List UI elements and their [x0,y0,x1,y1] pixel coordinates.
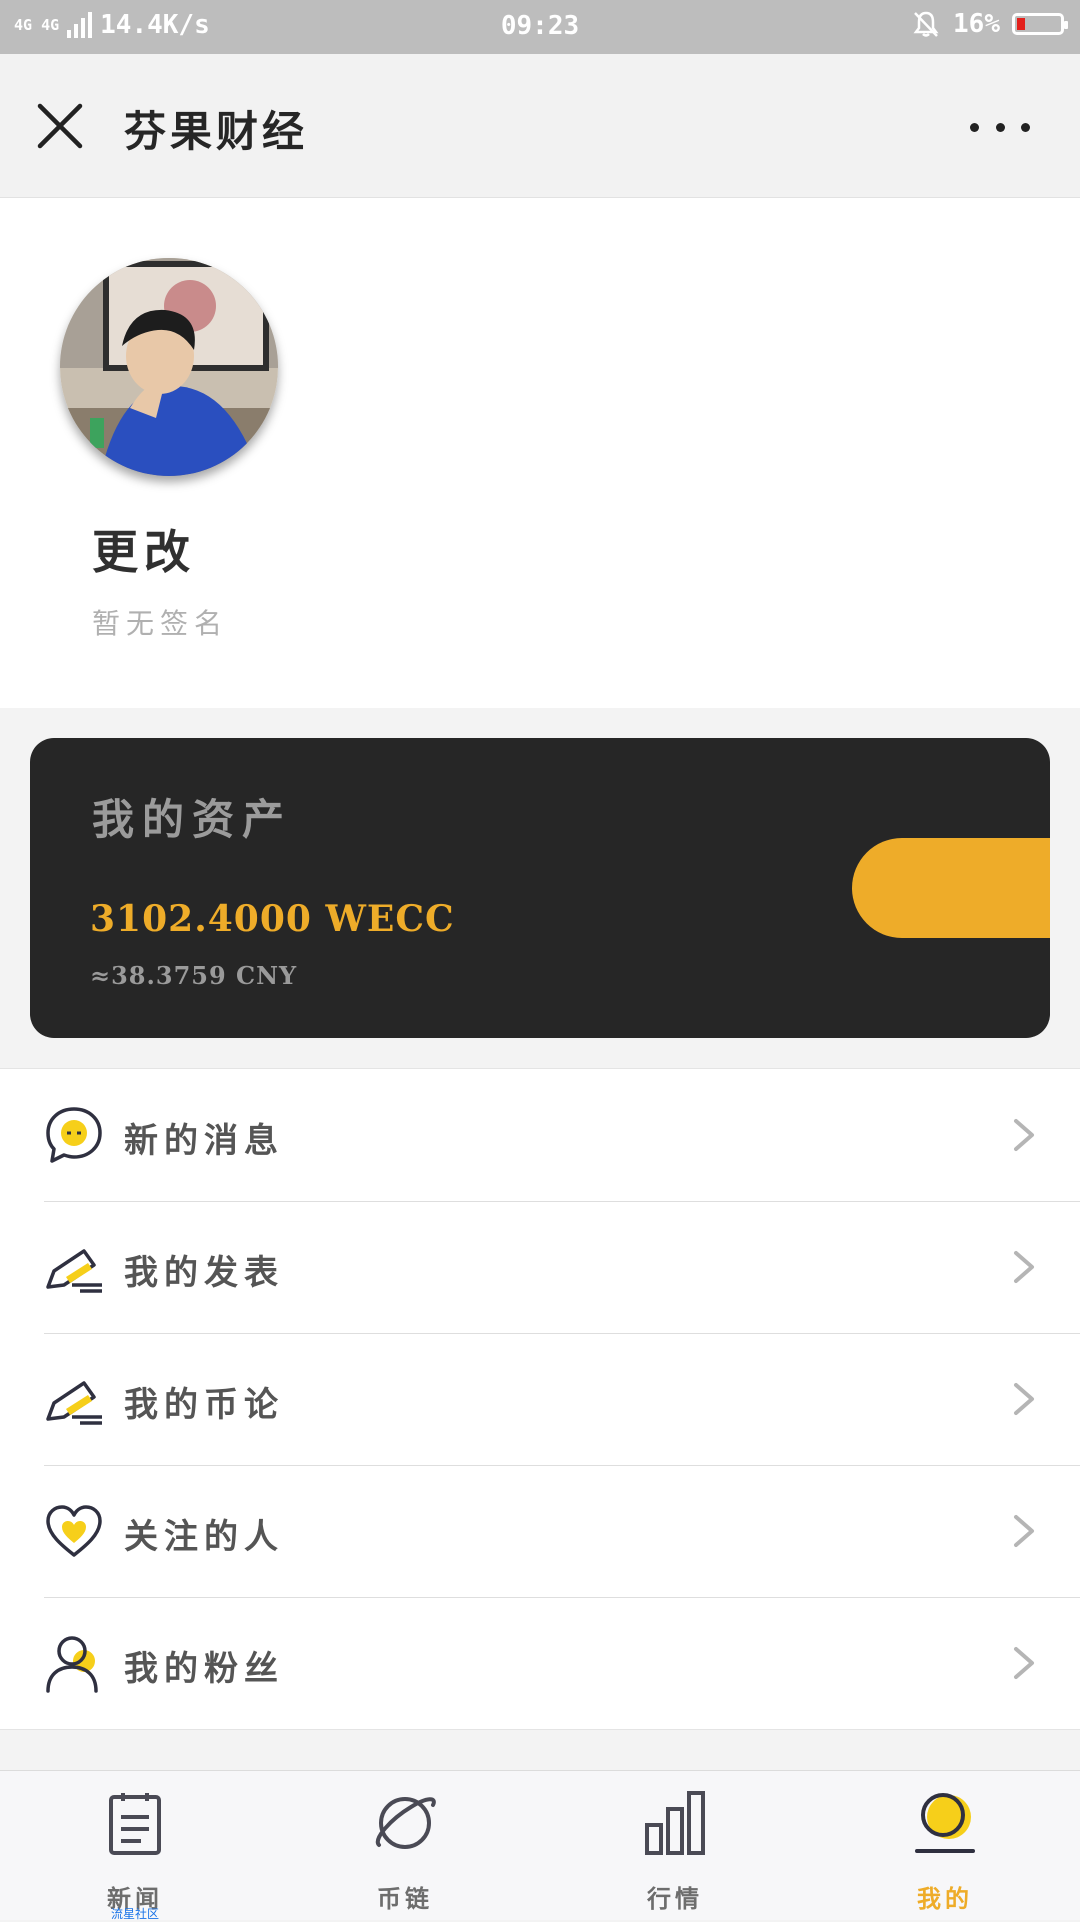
asset-title: 我的资产 [92,795,293,844]
asset-amount: 3102.4000 WECC [90,898,455,940]
asset-cny-value: ≈38.3759 CNY [90,961,298,990]
heart-icon [46,1505,102,1557]
page-title: 芬果财经 [124,107,309,156]
bell-off-icon [913,11,939,37]
menu-label: 我的发表 [124,1253,284,1293]
status-right: 16% [911,9,1068,39]
menu-item-coin-discussions[interactable]: 我的币论 [0,1333,1080,1465]
avatar-photo [60,258,278,476]
asset-card[interactable]: 我的资产 3102.4000 WECC ≈38.3759 CNY [30,738,1050,1038]
chevron-right-icon [1014,1383,1034,1415]
asset-action-pill[interactable] [852,838,1050,938]
edit-icon [46,1381,102,1425]
profile-section: 更改 暂无签名 [0,198,1080,708]
battery-percent: 16% [953,9,1000,39]
menu-list: 新的消息 我的发表 我的币论 关注的人 我的粉丝 [0,1068,1080,1730]
chevron-right-icon [1014,1647,1034,1679]
menu-label: 我的粉丝 [124,1649,284,1689]
chevron-right-icon [1014,1119,1034,1151]
tab-bar: 新闻 币链 行情 流星社区 我的 [0,1770,1080,1921]
tab-news[interactable]: 新闻 [0,1771,270,1921]
more-icon[interactable] [970,112,1030,142]
profile-icon [915,1793,975,1853]
chevron-right-icon [1014,1251,1034,1283]
menu-label: 关注的人 [124,1517,284,1557]
tab-label: 我的 [917,1885,973,1913]
user-icon [46,1636,98,1693]
battery-icon [1012,13,1068,35]
tab-coinchain[interactable]: 币链 [270,1771,540,1921]
watermark: 流星社区 [110,1907,159,1921]
chart-bars-icon [645,1791,705,1855]
menu-item-posts[interactable]: 我的发表 [0,1201,1080,1333]
menu-item-fans[interactable]: 我的粉丝 [0,1597,1080,1729]
chevron-right-icon [1014,1515,1034,1547]
status-bar: 4G 4G 14.4K/s 09:23 16% [0,0,1080,54]
news-icon [109,1793,161,1855]
signature[interactable]: 暂无签名 [92,602,228,642]
username[interactable]: 更改 [92,516,196,582]
tab-label: 行情 [647,1885,703,1913]
edit-icon [46,1249,102,1293]
close-icon[interactable] [34,100,86,152]
tab-market[interactable]: 行情 流星社区 [111,1771,810,1921]
tab-label: 币链 [377,1885,433,1913]
planet-icon [375,1797,436,1849]
message-icon [46,1107,102,1163]
menu-item-messages[interactable]: 新的消息 [0,1069,1080,1201]
tab-mine[interactable]: 我的 [810,1771,1080,1921]
avatar[interactable] [60,258,278,476]
menu-label: 新的消息 [124,1121,284,1161]
app-header: 芬果财经 [0,54,1080,198]
menu-item-following[interactable]: 关注的人 [0,1465,1080,1597]
menu-label: 我的币论 [124,1385,284,1425]
